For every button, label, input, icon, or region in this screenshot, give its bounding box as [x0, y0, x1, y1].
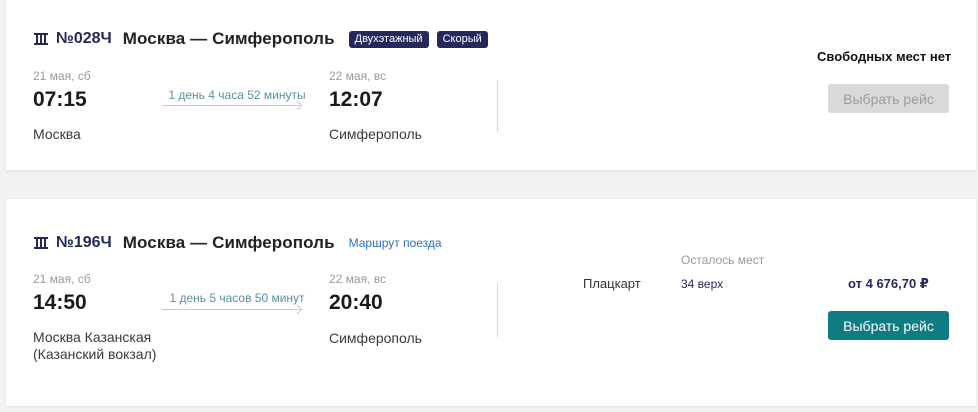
train-card-2: №196Ч Москва — Симферополь Маршрут поезд…: [6, 199, 976, 406]
train-number: №028Ч: [56, 30, 112, 47]
departure-station: Москва: [33, 126, 81, 142]
select-trip-button[interactable]: Выбрать рейс: [828, 84, 949, 113]
duration-arrow: [162, 309, 300, 310]
train-card-1: №028Ч Москва — Симферополь Двухэтажный С…: [6, 0, 976, 170]
train-icon: [33, 236, 49, 250]
train-header: №028Ч Москва — Симферополь Двухэтажный С…: [33, 29, 496, 49]
trip-duration: 1 день 5 часов 50 минут: [169, 291, 305, 305]
train-number: №196Ч: [56, 234, 112, 251]
price: от 4 676,70 ₽: [848, 276, 929, 291]
train-header: №196Ч Москва — Симферополь Маршрут поезд…: [33, 233, 442, 253]
arrival-station: Симферополь: [329, 330, 422, 346]
departure-station: Москва Казанская (Казанский вокзал): [33, 329, 157, 362]
trip-duration: 1 день 4 часа 52 минуты: [168, 88, 306, 102]
duration-arrow: [162, 105, 300, 106]
arrival-station: Симферополь: [329, 126, 422, 142]
availability-status: Свободных мест нет: [817, 49, 952, 64]
arrival-date: 22 мая, вс: [329, 69, 387, 83]
departure-time: 14:50: [33, 291, 87, 314]
route-title: Москва — Симферополь: [122, 233, 335, 252]
arrival-time: 12:07: [329, 88, 383, 111]
car-type: Плацкарт: [583, 276, 641, 291]
arrival-date: 22 мая, вс: [329, 272, 387, 286]
divider: [497, 283, 498, 337]
route-title: Москва — Симферополь: [122, 29, 335, 48]
divider: [497, 80, 498, 132]
seats-count: 34 верх: [681, 277, 724, 291]
departure-date: 21 мая, сб: [33, 272, 91, 286]
badge-express: Скорый: [436, 30, 488, 48]
train-icon: [33, 32, 49, 46]
select-trip-button[interactable]: Выбрать рейс: [828, 311, 949, 340]
train-route-link[interactable]: Маршрут поезда: [349, 236, 442, 250]
seats-header: Осталось мест: [681, 253, 765, 267]
badge-double-decker: Двухэтажный: [348, 30, 429, 48]
arrival-time: 20:40: [329, 291, 383, 314]
departure-date: 21 мая, сб: [33, 69, 91, 83]
departure-time: 07:15: [33, 88, 87, 111]
